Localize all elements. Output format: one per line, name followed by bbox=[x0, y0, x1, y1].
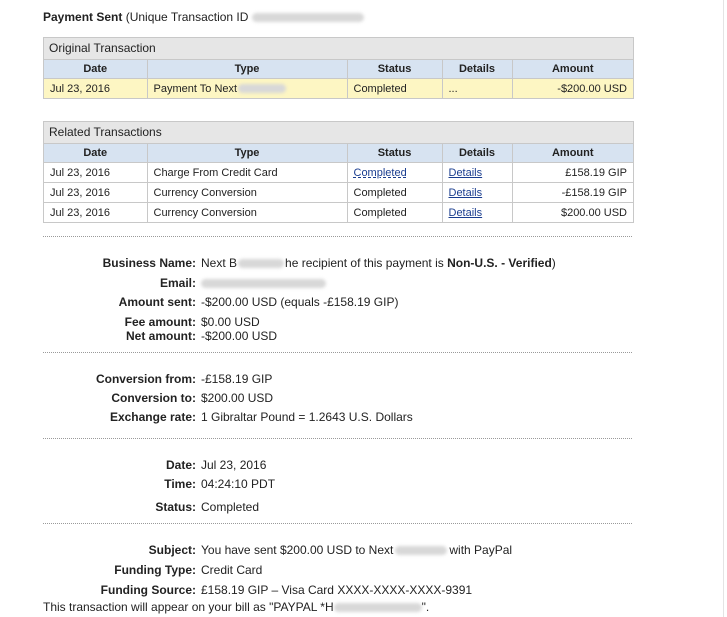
time-value: 04:24:10 PDT bbox=[201, 477, 276, 491]
conversion-to-label: Conversion to: bbox=[111, 391, 196, 405]
fee-value: $0.00 USD bbox=[201, 315, 260, 329]
business-name-value: Next B he recipient of this payment is No… bbox=[201, 256, 556, 270]
cell-type: Payment To Next bbox=[147, 78, 348, 98]
amount-sent-label: Amount sent: bbox=[118, 295, 196, 309]
net-amount-value: -$200.00 USD bbox=[201, 329, 278, 343]
conversion-to-value: $200.00 USD bbox=[201, 391, 274, 405]
cell-details: Details bbox=[442, 162, 513, 183]
date-value: Jul 23, 2016 bbox=[201, 458, 267, 472]
cell-type: Charge From Credit Card bbox=[147, 162, 348, 183]
section-divider bbox=[43, 236, 632, 237]
exchange-rate-label: Exchange rate: bbox=[109, 410, 196, 424]
status-label: Status: bbox=[155, 500, 196, 514]
details-link[interactable]: Details bbox=[449, 207, 483, 219]
cell-status: Completed bbox=[347, 202, 443, 222]
cell-details[interactable]: ... bbox=[442, 78, 513, 98]
section-divider bbox=[43, 438, 632, 439]
table-row: Jul 23, 2016 Currency Conversion Complet… bbox=[44, 182, 633, 203]
col-status: Status bbox=[347, 60, 443, 79]
cell-status: Completed bbox=[347, 78, 443, 98]
page-title: Payment Sent (Unique Transaction ID bbox=[43, 10, 364, 24]
billing-note-start: This transaction will appear on your bil… bbox=[43, 600, 334, 614]
verification-status: Non-U.S. - Verified bbox=[447, 256, 552, 270]
original-transaction-panel: Original Transaction Date Type Status De… bbox=[43, 37, 634, 99]
status-link[interactable]: Completed bbox=[354, 167, 407, 179]
funding-type-label: Funding Type: bbox=[114, 563, 196, 577]
table-header-row: Date Type Status Details Amount bbox=[44, 60, 633, 79]
cell-status: Completed bbox=[347, 162, 443, 183]
business-name-tail: he recipient of this payment is bbox=[285, 256, 444, 270]
original-transaction-table: Date Type Status Details Amount Jul 23, … bbox=[44, 60, 633, 98]
redacted-recipient bbox=[395, 546, 448, 556]
subject-value: You have sent $200.00 USD to Next with Pa… bbox=[201, 543, 512, 557]
col-type: Type bbox=[147, 60, 348, 79]
cell-type-text: Payment To Next bbox=[153, 82, 238, 95]
cell-type: Currency Conversion bbox=[147, 182, 348, 203]
section-divider bbox=[43, 523, 632, 524]
related-transactions-panel: Related Transactions Date Type Status De… bbox=[43, 121, 634, 223]
redacted-business-name bbox=[238, 259, 285, 269]
transaction-id-prefix: (Unique Transaction ID bbox=[125, 10, 249, 24]
payment-sent-label: Payment Sent bbox=[43, 10, 123, 24]
amount-sent-value: -$200.00 USD (equals -£158.19 GIP) bbox=[201, 295, 399, 309]
cell-date: Jul 23, 2016 bbox=[44, 182, 148, 203]
cell-status: Completed bbox=[347, 182, 443, 203]
net-amount-label: Net amount: bbox=[126, 329, 196, 343]
cell-amount: $200.00 USD bbox=[560, 206, 627, 219]
redacted-merchant bbox=[238, 84, 287, 94]
redacted-email bbox=[201, 279, 326, 289]
cell-amount: -£158.19 GIP bbox=[512, 182, 633, 203]
exchange-rate-value: 1 Gibraltar Pound = 1.2643 U.S. Dollars bbox=[201, 410, 413, 424]
col-date: Date bbox=[44, 144, 148, 163]
col-details: Details bbox=[442, 144, 513, 163]
time-label: Time: bbox=[164, 477, 196, 491]
cell-details: Details bbox=[442, 182, 513, 203]
cell-amount: -$200.00 USD bbox=[512, 78, 633, 98]
redacted-transaction-id bbox=[251, 13, 364, 23]
table-row: Jul 23, 2016 Payment To Next Completed .… bbox=[44, 78, 633, 98]
original-transaction-title: Original Transaction bbox=[44, 38, 633, 60]
details-link[interactable]: Details bbox=[449, 187, 483, 199]
cell-date: Jul 23, 2016 bbox=[44, 202, 148, 222]
related-transactions-table: Date Type Status Details Amount Jul 23, … bbox=[44, 144, 633, 222]
table-row: Jul 23, 2016 Charge From Credit Card Com… bbox=[44, 162, 633, 183]
col-type: Type bbox=[147, 144, 348, 163]
email-value bbox=[201, 276, 326, 290]
status-value: Completed bbox=[201, 500, 260, 514]
subject-label: Subject: bbox=[148, 543, 196, 557]
details-link[interactable]: Details bbox=[449, 167, 483, 179]
billing-note-end: ". bbox=[421, 600, 430, 614]
cell-amount: £158.19 GIP bbox=[512, 162, 633, 183]
section-divider bbox=[43, 352, 632, 353]
table-header-row: Date Type Status Details Amount bbox=[44, 144, 633, 163]
table-row: Jul 23, 2016 Currency Conversion Complet… bbox=[44, 202, 633, 222]
redacted-descriptor bbox=[333, 603, 422, 613]
col-status: Status bbox=[347, 144, 443, 163]
business-name-label: Business Name: bbox=[102, 256, 196, 270]
subject-end: with PayPal bbox=[449, 543, 513, 557]
col-amount: Amount bbox=[512, 144, 633, 163]
col-date: Date bbox=[44, 60, 148, 79]
cell-date: Jul 23, 2016 bbox=[44, 162, 148, 183]
fee-label: Fee amount: bbox=[124, 315, 196, 329]
related-transactions-title: Related Transactions bbox=[44, 122, 633, 144]
funding-source-label: Funding Source: bbox=[100, 583, 196, 597]
date-label: Date: bbox=[165, 458, 196, 472]
page-edge-divider bbox=[723, 0, 724, 617]
subject-start: You have sent $200.00 USD to Next bbox=[201, 543, 394, 557]
conversion-from-label: Conversion from: bbox=[95, 372, 196, 386]
cell-type: Currency Conversion bbox=[147, 202, 348, 222]
col-details: Details bbox=[442, 60, 513, 79]
cell-details: Details bbox=[442, 202, 513, 222]
email-label: Email: bbox=[159, 276, 196, 290]
billing-descriptor-note: This transaction will appear on your bil… bbox=[43, 600, 429, 614]
col-amount: Amount bbox=[512, 60, 633, 79]
conversion-from-value: -£158.19 GIP bbox=[201, 372, 273, 386]
business-name-start: Next B bbox=[201, 256, 238, 270]
funding-type-value: Credit Card bbox=[201, 563, 263, 577]
funding-source-value: £158.19 GIP – Visa Card XXXX-XXXX-XXXX-9… bbox=[201, 583, 473, 597]
cell-date: Jul 23, 2016 bbox=[44, 78, 148, 98]
